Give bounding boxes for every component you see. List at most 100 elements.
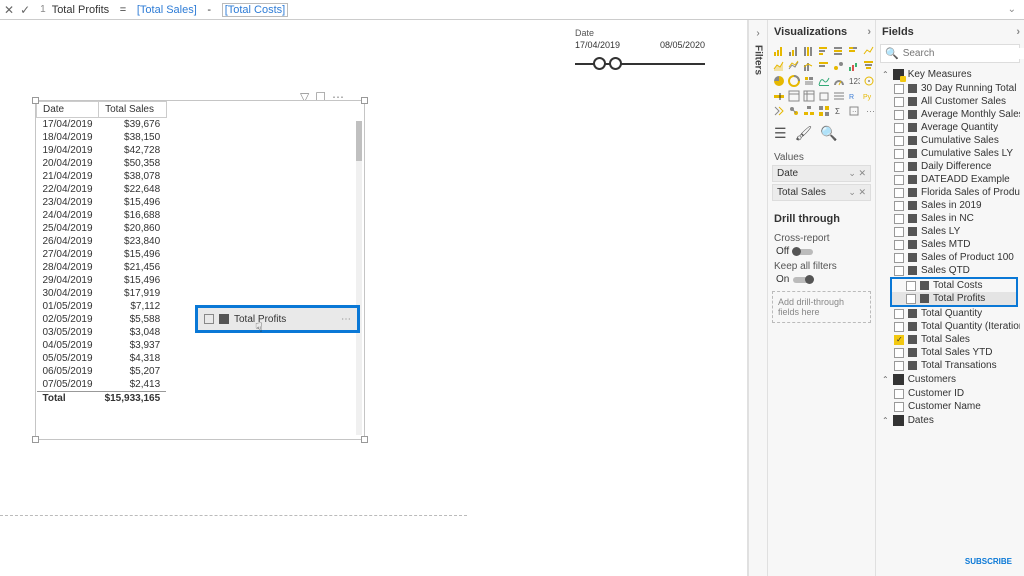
field-group[interactable]: ⌃Key Measures — [880, 67, 1020, 82]
table-visual[interactable]: Date Total Sales 17/04/2019$39,67618/04/… — [35, 100, 365, 440]
field-item[interactable]: Total Quantity — [880, 307, 1020, 320]
viz-type-20[interactable] — [862, 74, 875, 87]
filters-pane-collapsed[interactable]: › Filters — [748, 20, 768, 576]
viz-type-23[interactable] — [802, 89, 815, 102]
report-canvas[interactable]: Date 17/04/2019 08/05/2020 ▽ ☐ ⋯ Date T — [0, 20, 748, 576]
field-item[interactable]: Sales LY — [880, 225, 1020, 238]
viz-type-13[interactable] — [862, 59, 875, 72]
viz-type-21[interactable] — [772, 89, 785, 102]
drag-field-chip[interactable]: Total Profits ⋯ — [195, 305, 360, 333]
table-row[interactable]: 19/04/2019$42,728 — [37, 144, 167, 157]
field-item[interactable]: DATEADD Example — [880, 173, 1020, 186]
field-checkbox[interactable] — [906, 294, 916, 304]
viz-type-8[interactable] — [787, 59, 800, 72]
field-checkbox[interactable] — [894, 214, 904, 224]
field-item[interactable]: Customer Name — [880, 400, 1020, 413]
field-item[interactable]: Sales MTD — [880, 238, 1020, 251]
field-item[interactable]: Total Costs — [892, 279, 1016, 292]
field-checkbox[interactable] — [894, 227, 904, 237]
analytics-tab-icon[interactable]: 🔍 — [820, 125, 837, 142]
table-row[interactable]: 01/05/2019$7,112 — [37, 300, 167, 313]
slicer-knob-end[interactable] — [609, 57, 622, 70]
viz-type-1[interactable] — [787, 44, 800, 57]
expand-icon[interactable]: ⌄ — [1008, 4, 1016, 15]
field-checkbox[interactable] — [894, 335, 904, 345]
format-tab-icon[interactable]: 🖌 — [795, 125, 813, 142]
viz-type-16[interactable] — [802, 74, 815, 87]
field-group[interactable]: ⌃Dates — [880, 413, 1020, 428]
search-input[interactable] — [903, 48, 1024, 59]
viz-type-34[interactable]: ⋯ — [862, 104, 875, 117]
table-row[interactable]: 27/04/2019$15,496 — [37, 248, 167, 261]
viz-type-0[interactable] — [772, 44, 785, 57]
field-checkbox[interactable] — [906, 281, 916, 291]
field-item[interactable]: Customer ID — [880, 387, 1020, 400]
viz-type-24[interactable] — [817, 89, 830, 102]
viz-type-22[interactable] — [787, 89, 800, 102]
field-checkbox[interactable] — [894, 348, 904, 358]
table-row[interactable]: 26/04/2019$23,840 — [37, 235, 167, 248]
scrollbar[interactable] — [356, 121, 362, 435]
viz-type-9[interactable] — [802, 59, 815, 72]
viz-type-32[interactable]: Σ — [832, 104, 845, 117]
viz-type-12[interactable] — [847, 59, 860, 72]
field-checkbox[interactable] — [894, 240, 904, 250]
field-well[interactable]: Total Sales⌄ ✕ — [772, 184, 871, 201]
table-row[interactable]: 21/04/2019$38,078 — [37, 170, 167, 183]
field-item[interactable]: Total Profits — [892, 292, 1016, 305]
viz-type-7[interactable] — [772, 59, 785, 72]
field-item[interactable]: Florida Sales of Product 2 ... — [880, 186, 1020, 199]
field-item[interactable]: Cumulative Sales LY — [880, 147, 1020, 160]
field-item[interactable]: Daily Difference — [880, 160, 1020, 173]
slicer-knob-start[interactable] — [593, 57, 606, 70]
table-row[interactable]: 04/05/2019$3,937 — [37, 339, 167, 352]
field-checkbox[interactable] — [894, 110, 904, 120]
field-checkbox[interactable] — [894, 402, 904, 412]
table-row[interactable]: 03/05/2019$3,048 — [37, 326, 167, 339]
field-item[interactable]: 30 Day Running Total — [880, 82, 1020, 95]
table-row[interactable]: 30/04/2019$17,919 — [37, 287, 167, 300]
viz-type-2[interactable] — [802, 44, 815, 57]
field-checkbox[interactable] — [894, 149, 904, 159]
table-row[interactable]: 18/04/2019$38,150 — [37, 131, 167, 144]
field-item[interactable]: All Customer Sales — [880, 95, 1020, 108]
field-checkbox[interactable] — [894, 361, 904, 371]
field-item[interactable]: Total Transations — [880, 359, 1020, 372]
field-item[interactable]: Cumulative Sales — [880, 134, 1020, 147]
field-checkbox[interactable] — [894, 123, 904, 133]
viz-type-6[interactable] — [862, 44, 875, 57]
table-row[interactable]: 24/04/2019$16,688 — [37, 209, 167, 222]
viz-type-25[interactable] — [832, 89, 845, 102]
collapse-icon[interactable]: › — [867, 26, 871, 38]
viz-type-10[interactable] — [817, 59, 830, 72]
table-row[interactable]: 29/04/2019$15,496 — [37, 274, 167, 287]
field-checkbox[interactable] — [894, 97, 904, 107]
viz-type-3[interactable] — [817, 44, 830, 57]
field-item[interactable]: Total Sales YTD — [880, 346, 1020, 359]
viz-type-28[interactable] — [772, 104, 785, 117]
viz-type-27[interactable]: Py — [862, 89, 875, 102]
viz-type-19[interactable]: 123 — [847, 74, 860, 87]
viz-type-18[interactable] — [832, 74, 845, 87]
table-row[interactable]: 25/04/2019$20,860 — [37, 222, 167, 235]
viz-type-11[interactable] — [832, 59, 845, 72]
field-item[interactable]: Total Quantity (Iteration) — [880, 320, 1020, 333]
table-row[interactable]: 22/04/2019$22,648 — [37, 183, 167, 196]
cancel-icon[interactable]: ✕ — [4, 3, 14, 17]
field-item[interactable]: Sales QTD — [880, 264, 1020, 277]
field-item[interactable]: Sales in 2019 — [880, 199, 1020, 212]
field-checkbox[interactable] — [894, 389, 904, 399]
viz-type-33[interactable]: ⋯ — [847, 104, 860, 117]
field-checkbox[interactable] — [894, 188, 904, 198]
viz-type-31[interactable] — [817, 104, 830, 117]
field-group[interactable]: ⌃Customers — [880, 372, 1020, 387]
viz-type-15[interactable] — [787, 74, 800, 87]
collapse-fields-icon[interactable]: › — [1016, 26, 1020, 38]
field-checkbox[interactable] — [894, 175, 904, 185]
table-row[interactable]: 20/04/2019$50,358 — [37, 157, 167, 170]
field-checkbox[interactable] — [894, 84, 904, 94]
table-row[interactable]: 02/05/2019$5,588 — [37, 313, 167, 326]
field-checkbox[interactable] — [894, 322, 904, 332]
expand-filters-icon[interactable]: › — [756, 28, 759, 39]
field-checkbox[interactable] — [894, 162, 904, 172]
